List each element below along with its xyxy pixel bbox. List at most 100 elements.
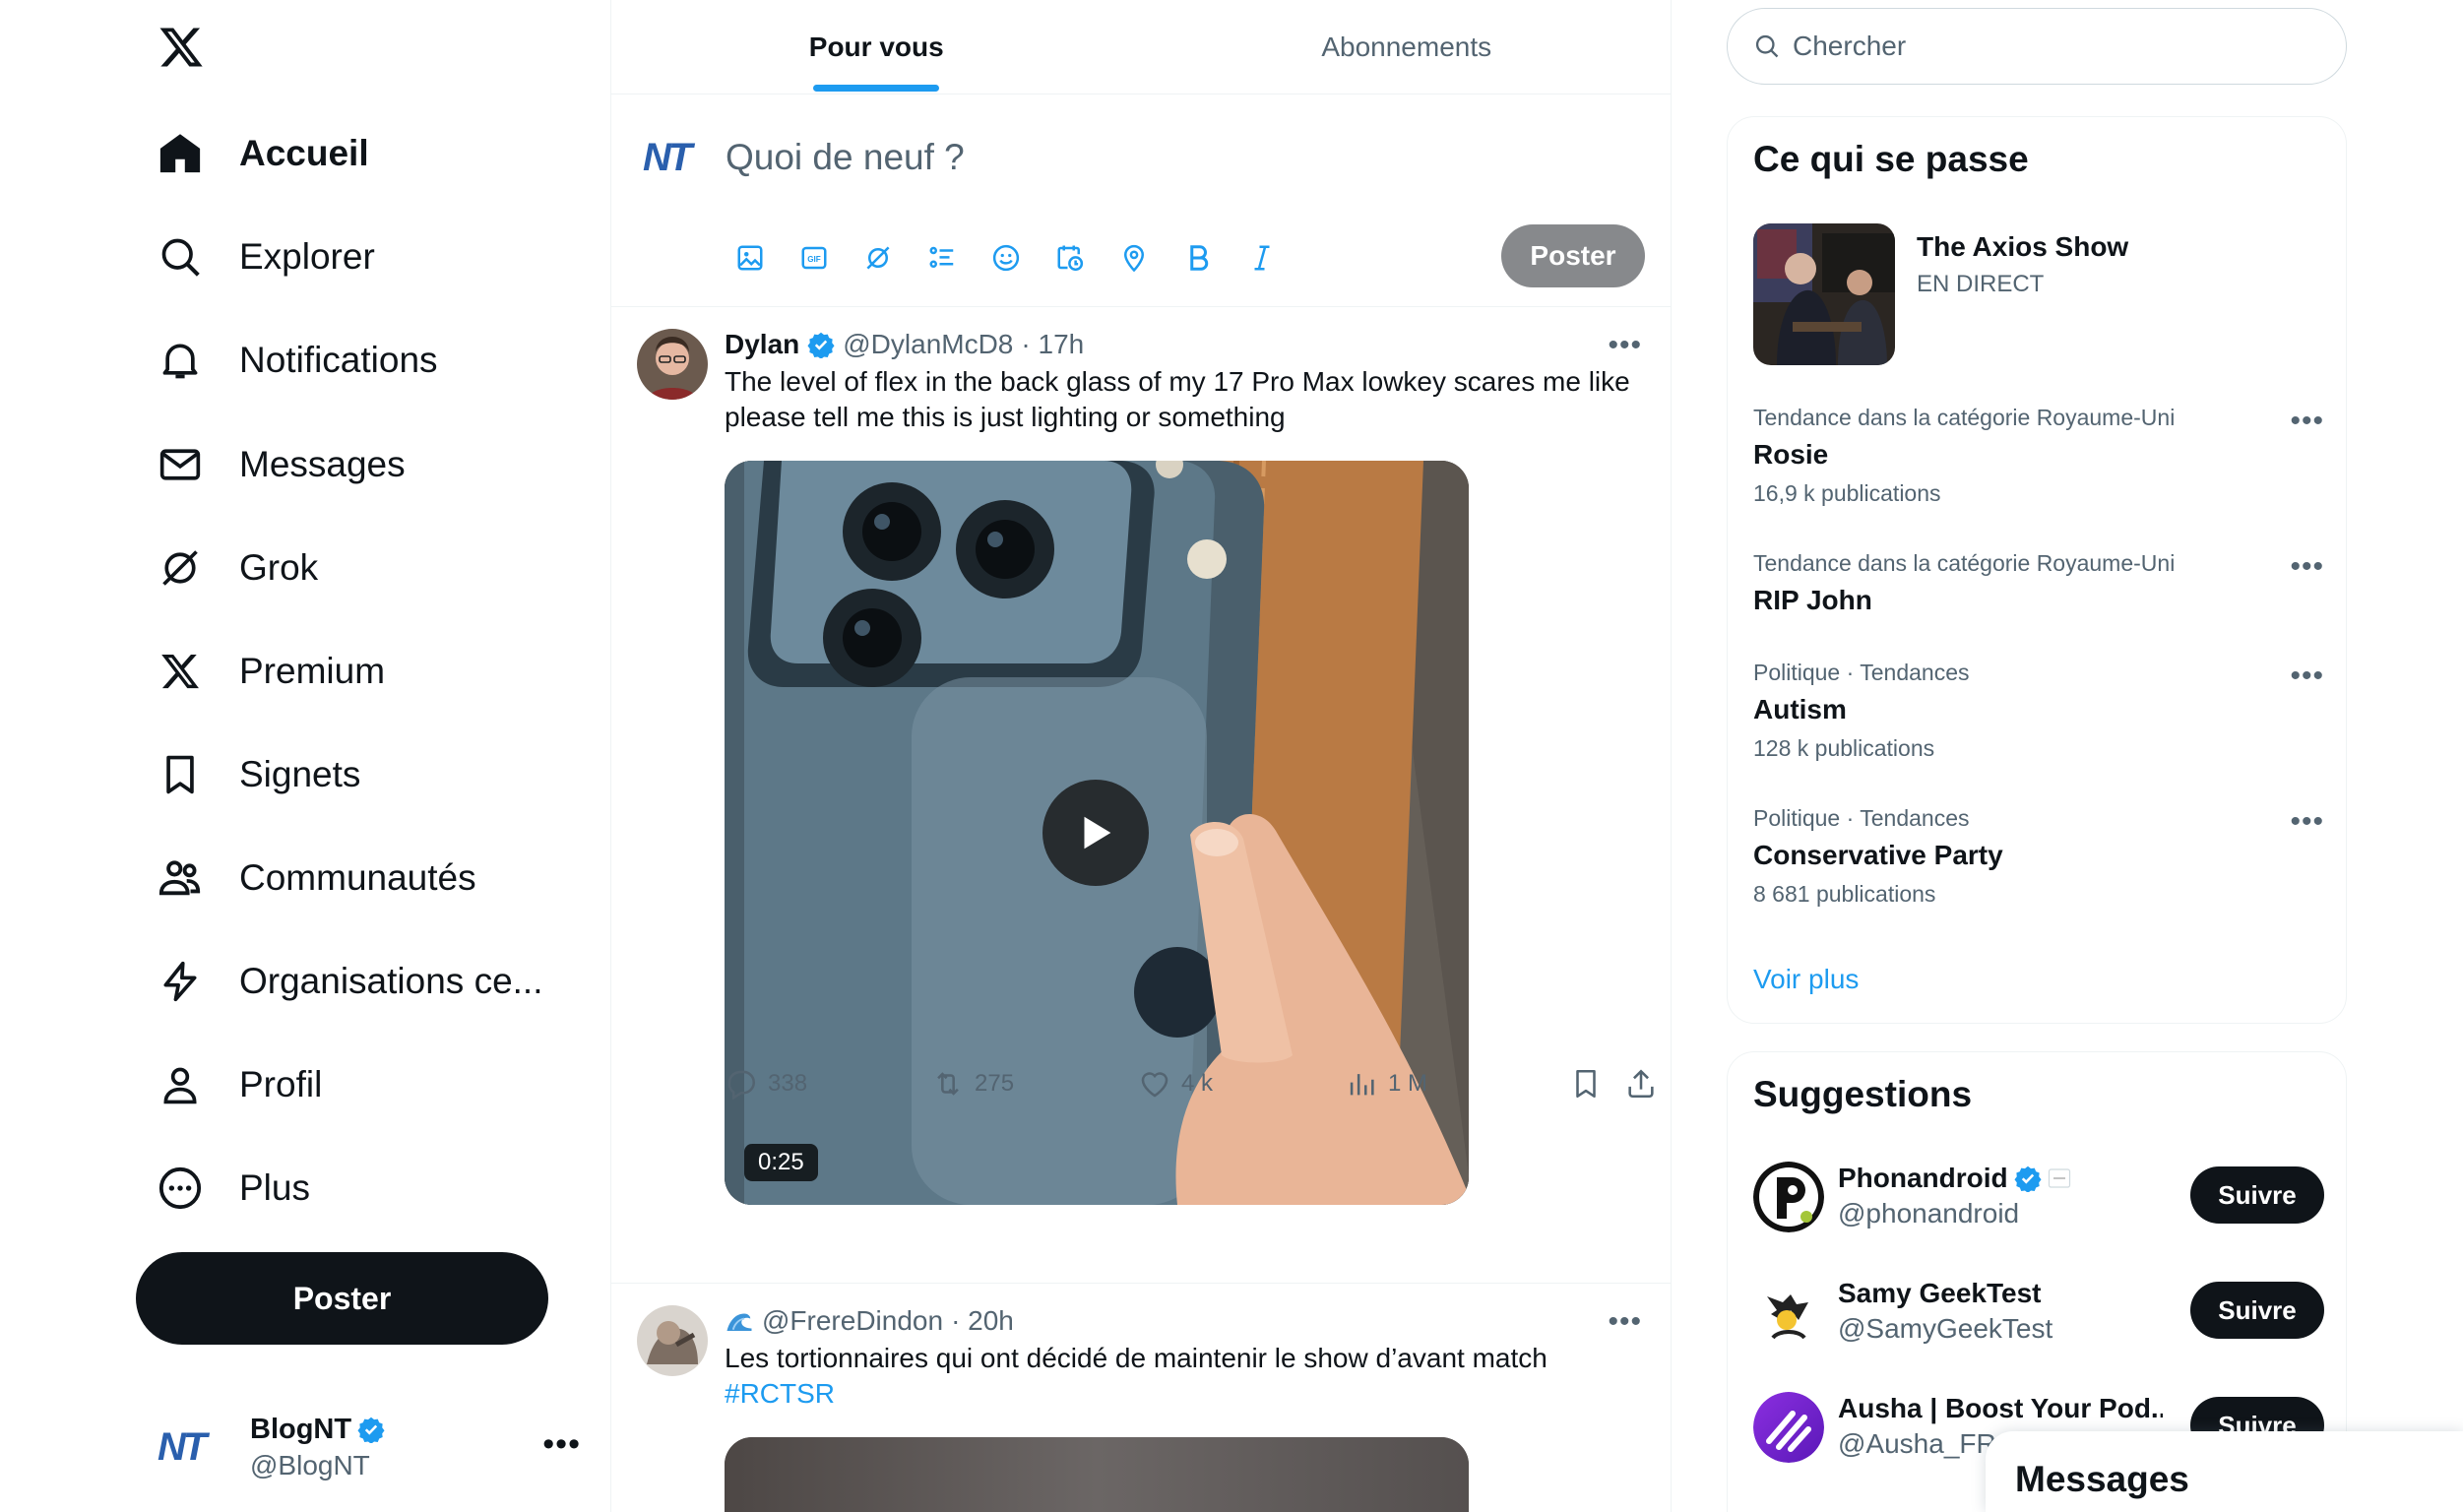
image-icon[interactable] [727, 235, 773, 281]
nav-label: Communautés [239, 857, 476, 898]
search-input[interactable] [1793, 31, 2305, 62]
account-switcher[interactable]: NT BlogNT @BlogNT ••• [158, 1408, 581, 1486]
nav-label: Signets [239, 754, 361, 794]
right-sidebar: Ce qui se passe The Axios Show EN DIRECT… [1672, 0, 2463, 1512]
hashtag-link[interactable]: #RCTSR [725, 1376, 1650, 1412]
nav-label: Profil [239, 1064, 323, 1104]
trend-item[interactable]: Politique · Tendances Conservative Party… [1753, 805, 2324, 908]
nav-item-premium[interactable]: Premium [158, 640, 385, 703]
more-horizontal-icon[interactable]: ••• [2290, 405, 2324, 438]
trend-item[interactable]: Tendance dans la catégorie Royaume-Uni R… [1753, 405, 2324, 507]
tweet-media[interactable] [725, 1437, 1469, 1512]
more-horizontal-icon[interactable]: ••• [1608, 1305, 1642, 1339]
share-button[interactable] [1624, 1067, 1658, 1101]
avatar[interactable] [1753, 1162, 1824, 1232]
tweet-author-handle[interactable]: @FrereDindon [762, 1305, 943, 1337]
post-button[interactable]: Poster [136, 1252, 548, 1345]
nav-item-notifications[interactable]: Notifications [158, 329, 438, 392]
emoji-icon[interactable] [983, 235, 1029, 281]
x-logo-icon[interactable] [158, 24, 205, 71]
mail-icon [158, 442, 203, 487]
tweet-author-name[interactable]: Dylan [725, 329, 799, 360]
messages-drawer[interactable]: Messages [1986, 1431, 2463, 1512]
affiliate-badge-icon [2048, 1166, 2071, 1190]
compose-input[interactable] [726, 132, 1611, 183]
italic-icon[interactable] [1239, 235, 1285, 281]
left-sidebar: Accueil Explorer Notifications Messages … [0, 0, 610, 1512]
account-avatar: NT [158, 1424, 207, 1469]
nav-item-bookmarks[interactable]: Signets [158, 743, 360, 806]
trend-item[interactable]: Politique · Tendances Autism 128 k publi… [1753, 660, 2324, 762]
tweet[interactable]: Dylan @DylanMcD8 · 17h ••• The level of … [611, 307, 1672, 1284]
home-icon [158, 131, 203, 176]
composer-post-button[interactable]: Poster [1501, 224, 1645, 287]
tweet-author-handle[interactable]: @DylanMcD8 [843, 329, 1013, 360]
nav-label: Notifications [239, 340, 438, 380]
bookmark-icon [1576, 1069, 1596, 1099]
panel-title: Ce qui se passe [1753, 139, 2029, 179]
nav-item-profile[interactable]: Profil [158, 1053, 322, 1116]
nav-label: Messages [239, 444, 406, 484]
gif-icon[interactable]: GIF [791, 235, 837, 281]
like-button[interactable]: 4 k [1138, 1067, 1213, 1101]
suggestion-item[interactable]: Samy GeekTest @SamyGeekTest Suivre [1753, 1274, 2324, 1353]
more-horizontal-icon[interactable]: ••• [2290, 805, 2324, 839]
views-button[interactable]: 1 M [1345, 1067, 1427, 1101]
nav-item-home[interactable]: Accueil [158, 122, 369, 185]
suggestion-handle: @phonandroid [1838, 1198, 2020, 1228]
nav-item-communities[interactable]: Communautés [158, 847, 476, 910]
avatar[interactable] [1753, 1392, 1824, 1463]
tab-following[interactable]: Abonnements [1142, 0, 1673, 94]
live-event[interactable]: The Axios Show EN DIRECT [1753, 223, 2128, 365]
more-horizontal-icon[interactable]: ••• [542, 1425, 581, 1464]
nav-label: Organisations ce... [239, 961, 543, 1001]
see-more-link[interactable]: Voir plus [1753, 964, 1859, 995]
nav-item-more[interactable]: Plus [158, 1157, 310, 1220]
suggestion-handle: @SamyGeekTest [1838, 1313, 2053, 1344]
follow-button[interactable]: Suivre [2190, 1166, 2324, 1224]
grok-icon [158, 545, 203, 591]
nav-item-messages[interactable]: Messages [158, 433, 406, 496]
repost-button[interactable]: 275 [931, 1067, 1014, 1101]
nav-item-organizations[interactable]: Organisations ce... [158, 950, 542, 1013]
nav-label: Plus [239, 1167, 310, 1208]
trend-category: Politique · Tendances [1753, 660, 1970, 685]
play-button[interactable] [1042, 780, 1149, 886]
reply-button[interactable]: 338 [725, 1067, 807, 1101]
avatar[interactable] [1753, 1277, 1824, 1348]
schedule-icon[interactable] [1047, 235, 1093, 281]
suggestion-name: Ausha | Boost Your Pod... [1838, 1393, 2163, 1423]
grok-icon[interactable] [855, 235, 901, 281]
bookmark-button[interactable] [1569, 1067, 1603, 1101]
more-horizontal-icon[interactable]: ••• [2290, 550, 2324, 584]
views-count: 1 M [1388, 1070, 1428, 1097]
bold-icon[interactable] [1175, 235, 1221, 281]
nav-item-grok[interactable]: Grok [158, 536, 318, 599]
people-icon [158, 855, 203, 901]
more-horizontal-icon[interactable]: ••• [2290, 660, 2324, 693]
tweet-timestamp[interactable]: · 20h [951, 1305, 1014, 1337]
tweet-timestamp[interactable]: · 17h [1021, 329, 1084, 360]
trend-item[interactable]: Tendance dans la catégorie Royaume-Uni R… [1753, 550, 2324, 616]
more-horizontal-icon[interactable]: ••• [1608, 329, 1642, 362]
trend-count: 16,9 k publications [1753, 480, 1941, 506]
main-timeline: Pour vous Abonnements NT GIF [610, 0, 1672, 1512]
nav-item-explore[interactable]: Explorer [158, 225, 375, 288]
avatar[interactable] [637, 1305, 708, 1376]
location-icon[interactable] [1111, 235, 1157, 281]
suggestion-item[interactable]: Phonandroid @phonandroid Suivre [1753, 1159, 2324, 1237]
avatar[interactable] [637, 329, 708, 400]
suggestion-name: Samy GeekTest [1838, 1278, 2042, 1308]
follow-button[interactable]: Suivre [2190, 1282, 2324, 1339]
messages-drawer-title: Messages [2015, 1459, 2189, 1499]
tweet[interactable]: @FrereDindon · 20h ••• Les tortionnaires… [611, 1284, 1672, 1512]
search-box[interactable] [1727, 8, 2347, 85]
reply-count: 338 [768, 1070, 808, 1097]
x-icon [158, 649, 203, 694]
share-icon [1628, 1069, 1654, 1099]
views-icon [1350, 1074, 1374, 1096]
repost-count: 275 [975, 1070, 1015, 1097]
live-thumbnail [1753, 223, 1895, 365]
tab-for-you[interactable]: Pour vous [611, 0, 1142, 94]
poll-icon[interactable] [919, 235, 965, 281]
